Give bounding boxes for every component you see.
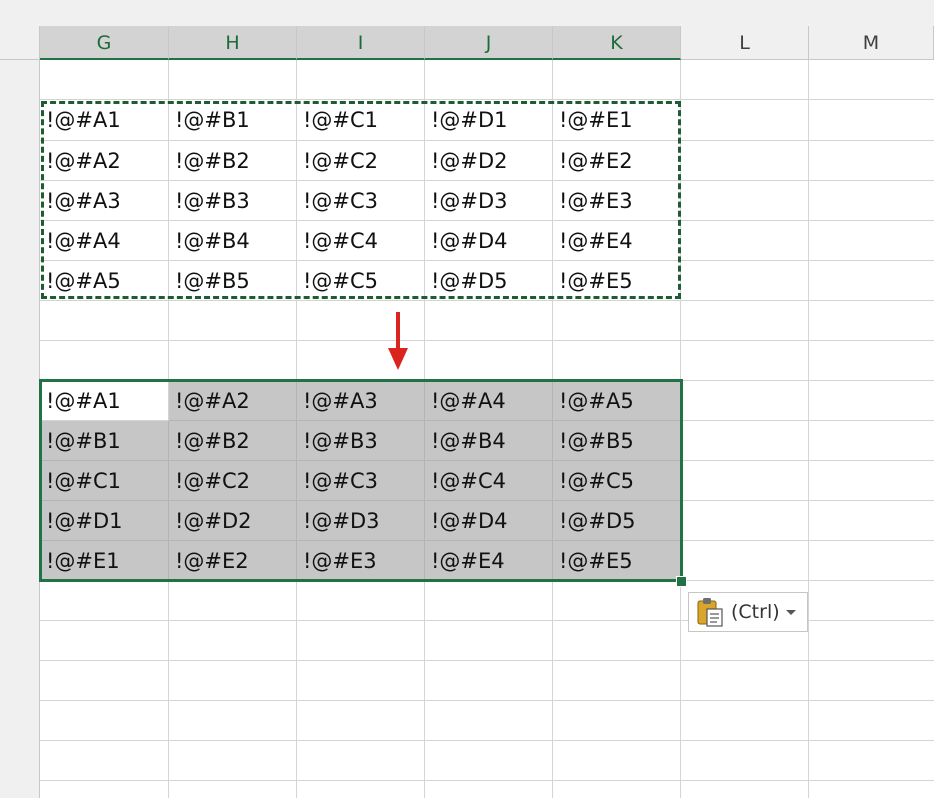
row-gridline (40, 740, 934, 741)
chevron-down-icon (785, 610, 796, 615)
column-header-m[interactable]: M (809, 26, 934, 60)
paste-options-button[interactable]: (Ctrl) (688, 592, 808, 632)
spreadsheet-grid: G H I J K L M !@#A1 !@#B1 !@#C1 !@#D1 !@#E1!… (0, 0, 934, 798)
toolbar-strip (0, 0, 934, 27)
row-header-strip[interactable] (0, 60, 40, 798)
select-all-corner[interactable] (0, 26, 40, 60)
column-header-i[interactable]: I (297, 26, 425, 60)
column-header-k[interactable]: K (553, 26, 681, 60)
copy-marquee (41, 101, 681, 299)
row-gridline (40, 700, 934, 701)
row-gridline (40, 340, 934, 341)
fill-handle[interactable] (676, 576, 687, 587)
row-gridline (40, 660, 934, 661)
column-header-g[interactable]: G (40, 26, 169, 60)
paste-options-label: (Ctrl) (731, 601, 780, 623)
down-arrow-icon (388, 312, 408, 370)
column-header-h[interactable]: H (169, 26, 297, 60)
selection-border (39, 379, 683, 582)
column-gridline (808, 60, 809, 798)
column-header-j[interactable]: J (425, 26, 553, 60)
column-header-l[interactable]: L (681, 26, 809, 60)
row-gridline (40, 780, 934, 781)
clipboard-paste-icon (697, 598, 723, 627)
